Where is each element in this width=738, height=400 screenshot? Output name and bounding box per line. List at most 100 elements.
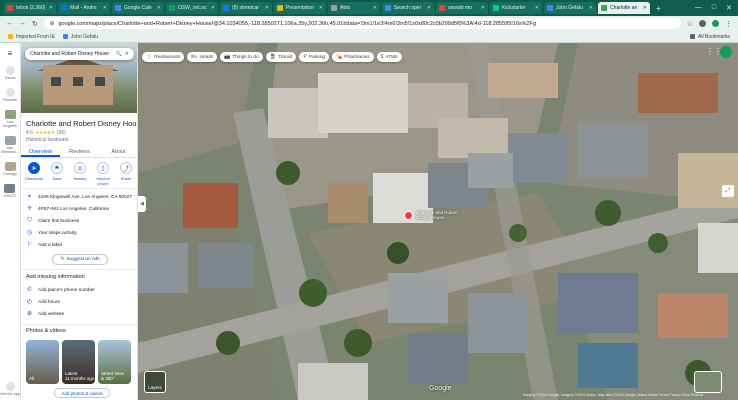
chip-parking[interactable]: P Parking <box>299 52 330 62</box>
share-button[interactable]: ⤴ Share <box>117 162 135 186</box>
browser-tab[interactable]: OSW_onLoc ✕ <box>166 2 218 14</box>
tab-overview[interactable]: Overview <box>21 146 60 157</box>
new-tab-button[interactable]: + <box>652 4 665 13</box>
forward-icon[interactable]: → <box>19 20 26 27</box>
close-tab-icon[interactable]: ✕ <box>49 5 53 11</box>
suggest-edit-button[interactable]: ✎ Suggest an edit <box>52 254 108 265</box>
review-count[interactable]: (26) <box>57 130 66 136</box>
place-thumbnail <box>4 110 16 119</box>
extension-icon[interactable] <box>699 20 706 27</box>
layers-button[interactable]: Layers <box>144 371 166 393</box>
tab-label: Presentation <box>286 5 315 11</box>
search-box[interactable]: Charlotte and Robert Disney House 🔍 ✕ <box>25 48 134 60</box>
browser-tab[interactable]: Google Cale ✕ <box>112 2 164 14</box>
account-avatar[interactable] <box>720 46 732 58</box>
close-tab-icon[interactable]: ✕ <box>481 5 485 11</box>
nearby-button[interactable]: ◎ Nearby <box>71 162 89 186</box>
rail-item-get-app[interactable]: Get the app <box>0 382 20 396</box>
send-to-phone-button[interactable]: ▯ Send to phone <box>94 162 112 186</box>
search-input[interactable]: Charlotte and Robert Disney House <box>30 51 113 57</box>
chip-pharmacies[interactable]: 💊 Pharmacies <box>332 52 374 62</box>
satellite-map[interactable] <box>138 43 738 400</box>
back-icon[interactable]: ← <box>6 20 13 27</box>
chip-hotels[interactable]: 🛏 Hotels <box>187 52 218 62</box>
close-icon[interactable]: ✕ <box>125 51 129 57</box>
add-label-row[interactable]: ⚐ Add a label <box>26 242 62 249</box>
chip-atms[interactable]: $ ATMs <box>376 52 402 62</box>
collapse-panel-button[interactable]: ◀ <box>138 196 146 212</box>
fullscreen-icon[interactable]: ⤢ <box>722 185 734 197</box>
save-button[interactable]: ⚑ Save <box>48 162 66 186</box>
address-bar[interactable]: ⊜ google.com/maps/place/Charlotte+and+Ro… <box>43 18 681 29</box>
minimize-icon[interactable]: — <box>695 4 702 12</box>
close-tab-icon[interactable]: ✕ <box>319 5 323 11</box>
browser-tab[interactable]: Kickstarter ✕ <box>490 2 542 14</box>
add-website-row[interactable]: ⊕ Add website <box>26 311 64 318</box>
close-tab-icon[interactable]: ✕ <box>103 5 107 11</box>
directions-icon: ➤ <box>28 162 40 174</box>
close-tab-icon[interactable]: ✕ <box>643 5 647 11</box>
tab-reviews[interactable]: Reviews <box>60 146 99 157</box>
profile-avatar[interactable] <box>712 20 719 27</box>
rail-item-recents[interactable]: Recents <box>3 88 17 102</box>
street-view-thumbnail[interactable] <box>694 371 722 393</box>
add-phone-row[interactable]: ✆ Add place's phone number <box>26 287 95 294</box>
phone-icon: ▯ <box>97 162 109 174</box>
browser-tab[interactable]: Atris ✕ <box>328 2 380 14</box>
browser-tab[interactable]: oswald mo ✕ <box>436 2 488 14</box>
site-info-icon[interactable]: ⊜ <box>50 21 55 27</box>
browser-tab[interactable]: Search oper ✕ <box>382 2 434 14</box>
claim-business-row[interactable]: ⛉ Claim this business <box>26 218 79 225</box>
chip-things-to-do[interactable]: 📷 Things to do <box>220 52 263 62</box>
favicon-icon <box>385 5 391 11</box>
photo-latest[interactable]: Latest 11 months ago <box>62 340 95 384</box>
hamburger-menu-icon[interactable]: ≡ <box>8 49 13 58</box>
chip-restaurants[interactable]: 🍴 Restaurants <box>142 52 185 62</box>
close-tab-icon[interactable]: ✕ <box>535 5 539 11</box>
browser-tab[interactable]: (8) streetcar ✕ <box>220 2 272 14</box>
close-tab-icon[interactable]: ✕ <box>157 5 161 11</box>
close-tab-icon[interactable]: ✕ <box>589 5 593 11</box>
rail-item-saved[interactable]: Saved <box>5 66 15 80</box>
rail-item-recent-place[interactable]: ERICS <box>4 184 16 198</box>
favicon-icon <box>169 5 175 11</box>
add-photos-button[interactable]: Add photos & videos <box>54 388 110 398</box>
photo-street-view[interactable]: Street View & 360° <box>98 340 131 384</box>
close-window-icon[interactable]: ✕ <box>726 4 732 12</box>
tab-about[interactable]: About <box>99 146 137 157</box>
browser-tab[interactable]: Charlotte an ✕ <box>598 2 650 14</box>
all-bookmarks[interactable]: All Bookmarks <box>690 34 730 40</box>
place-title: Charlotte and Robert Disney House <box>26 119 138 128</box>
add-hours-row[interactable]: ◴ Add hours <box>26 299 60 306</box>
phone-icon: ✆ <box>26 287 33 293</box>
tab-label: Inbox (2,360) <box>16 5 46 11</box>
reload-icon[interactable]: ↻ <box>32 20 38 28</box>
place-pin-label[interactable]: Charlotte and Robert Disney House <box>416 210 466 220</box>
maximize-icon[interactable]: □ <box>712 4 716 12</box>
tab-label: Search oper <box>394 5 422 11</box>
close-tab-icon[interactable]: ✕ <box>211 5 215 11</box>
rail-item-recent-place[interactable]: Chicago <box>3 162 17 176</box>
search-icon[interactable]: 🔍 <box>116 51 122 57</box>
place-pin-icon[interactable] <box>404 211 413 220</box>
browser-tab-strip: Inbox (2,360) ✕ Mail - Andre ✕ Google Cale ✕ O… <box>0 0 738 16</box>
close-tab-icon[interactable]: ✕ <box>265 5 269 11</box>
bookmark-imported[interactable]: Imported From IE <box>8 34 55 40</box>
browser-tab[interactable]: Presentation ✕ <box>274 2 326 14</box>
directions-button[interactable]: ➤ Directions <box>25 162 43 186</box>
browser-tab[interactable]: Mail - Andre ✕ <box>58 2 110 14</box>
close-tab-icon[interactable]: ✕ <box>427 5 431 11</box>
bookmark-star-icon[interactable]: ☆ <box>687 20 693 28</box>
bookmark-john[interactable]: John Gefalu <box>62 34 98 40</box>
maps-activity-row[interactable]: ◷ Your Maps activity <box>26 230 77 237</box>
browser-tab[interactable]: John Gefalu ✕ <box>544 2 596 14</box>
plus-code-row[interactable]: ⁜ 4P57+M2 Los Angeles, California <box>26 206 109 213</box>
browser-tab[interactable]: Inbox (2,360) ✕ <box>4 2 56 14</box>
menu-dots-icon[interactable]: ⋮ <box>725 20 732 28</box>
close-tab-icon[interactable]: ✕ <box>373 5 377 11</box>
rail-item-recent-place[interactable]: Los Angeles <box>0 110 20 128</box>
chip-transit[interactable]: 🚆 Transit <box>265 52 297 62</box>
address-row[interactable]: ⌖ 4406 Kingswell Ave, Los Angeles, CA 900… <box>26 194 132 201</box>
photo-all[interactable]: All <box>26 340 59 384</box>
rail-item-recent-place[interactable]: San Bernardi... <box>0 136 20 154</box>
